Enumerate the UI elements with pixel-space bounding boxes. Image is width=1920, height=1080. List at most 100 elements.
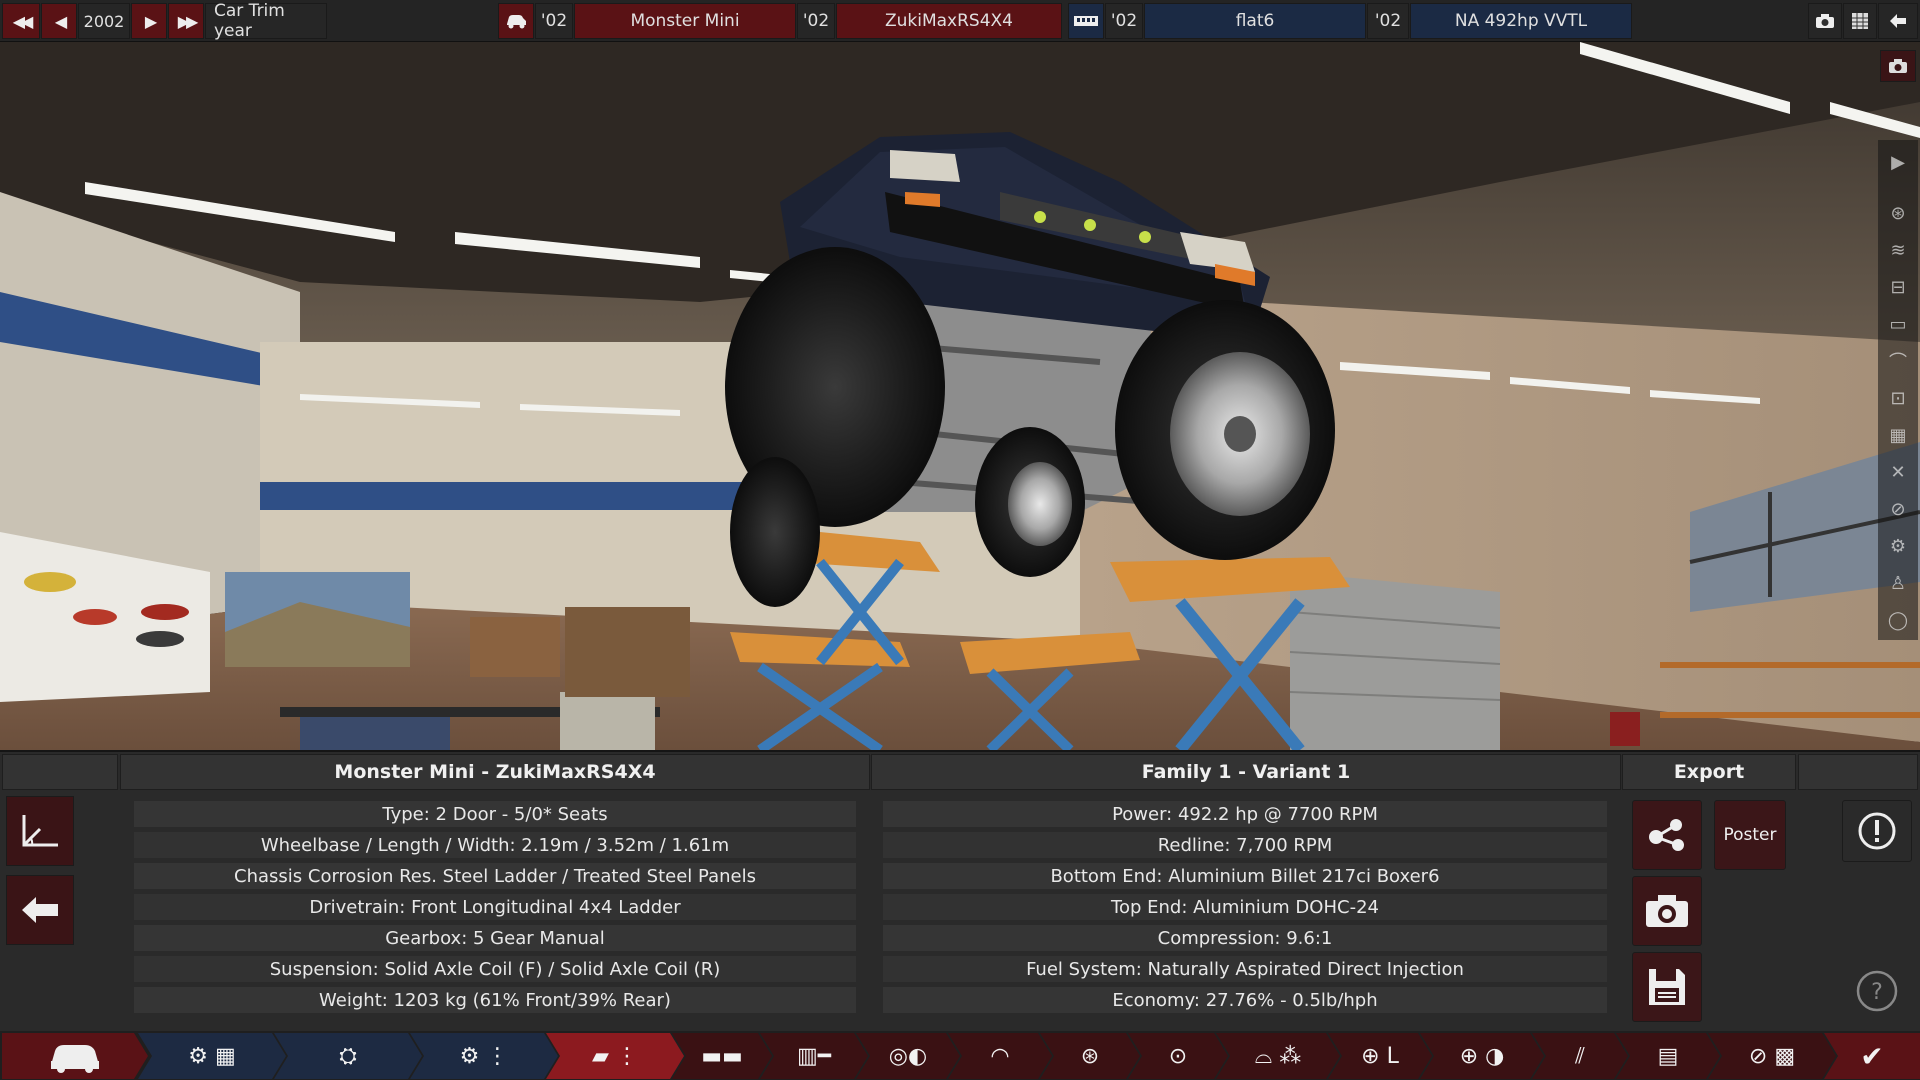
help-button[interactable]: ? (1842, 960, 1912, 1022)
engine-info-row: Top End: Aluminium DOHC-24 (882, 893, 1608, 921)
nav-wheels[interactable]: ⊛ (1040, 1033, 1140, 1079)
nav-fixtures[interactable]: ◎◐ (856, 1033, 960, 1079)
view-body-button[interactable]: ▭ (1880, 308, 1916, 340)
view-fender-button[interactable]: ⌒ (1880, 345, 1916, 377)
car-info-title: Monster Mini - ZukiMaxRS4X4 (120, 754, 870, 790)
camera-icon (1889, 59, 1907, 73)
back-button[interactable] (6, 875, 74, 945)
share-button[interactable] (1632, 800, 1702, 870)
nav-chassis[interactable]: ▥━ (760, 1033, 868, 1079)
nav-engine-tune[interactable]: ⚙ ⋮ (410, 1033, 558, 1079)
next-year-button[interactable]: ▶ (131, 3, 167, 39)
garage-3d-viewport[interactable] (0, 42, 1920, 750)
gauge-icon: ◠ (990, 1043, 1010, 1069)
view-brakes-button[interactable]: ⊘ (1880, 493, 1916, 525)
gear-icon: ⚙ (1889, 535, 1907, 557)
nav-interior[interactable]: ◠ (948, 1033, 1052, 1079)
engine-icon: ⊡ (1890, 387, 1906, 409)
spreadsheet-button[interactable] (1843, 3, 1877, 39)
car-info-row: Gearbox: 5 Gear Manual (133, 924, 857, 952)
right-arrow-icon: ▶ (144, 11, 157, 31)
engine-info-title: Family 1 - Variant 1 (871, 754, 1621, 790)
nav-performance[interactable]: ⊘ ▩ (1708, 1033, 1836, 1079)
rewind-year-button[interactable]: ◀◀ (2, 3, 40, 39)
nav-car-design[interactable]: ▰ ⋮ (546, 1033, 684, 1079)
view-driver-button[interactable]: ♙ (1880, 567, 1916, 599)
headlight-icon: ◎◐ (888, 1043, 928, 1069)
garage-scene-illustration (0, 42, 1920, 750)
back-arrow-icon (1890, 14, 1906, 28)
car-info-row: Suspension: Solid Axle Coil (F) / Solid … (133, 955, 857, 983)
nav-body-profile[interactable]: ▬▬ (672, 1033, 772, 1079)
photo-mode-button[interactable] (1880, 50, 1916, 82)
car-design-icon: ▰ ⋮ (592, 1043, 638, 1069)
poster-button[interactable]: Poster (1714, 800, 1786, 870)
camera-icon (1816, 14, 1834, 28)
engine-info-row: Bottom End: Aluminium Billet 217ci Boxer… (882, 862, 1608, 890)
view-engine-button[interactable]: ⊡ (1880, 382, 1916, 414)
fender-icon: ⌒ (1889, 352, 1907, 373)
engine-family-icon: ⚙ ▦ (188, 1043, 236, 1069)
nav-car-model[interactable] (2, 1033, 148, 1079)
engine-info-row: Power: 492.2 hp @ 7700 RPM (882, 800, 1608, 828)
view-suspension-button[interactable]: ✕ (1880, 456, 1916, 488)
export-screenshot-button[interactable] (1632, 876, 1702, 946)
prev-year-button[interactable]: ◀ (41, 3, 77, 39)
wheel-icon: ⊛ (1080, 1043, 1100, 1069)
car-info-row: Drivetrain: Front Longitudinal 4x4 Ladde… (133, 893, 857, 921)
nav-spreadsheet[interactable]: ▤ (1616, 1033, 1720, 1079)
trim-name-selector[interactable]: ZukiMaxRS4X4 (836, 3, 1062, 39)
nav-finish[interactable]: ✔ (1824, 1033, 1920, 1079)
nav-springs[interactable]: ⫽ (1532, 1033, 1628, 1079)
view-gearbox-button[interactable]: ⚙ (1880, 530, 1916, 562)
car-info-row: Chassis Corrosion Res. Steel Ladder / Tr… (133, 862, 857, 890)
body-icon: ▭ (1889, 313, 1907, 335)
engine-variant-selector[interactable]: NA 492hp VVTL (1410, 3, 1632, 39)
finish-flag-icon: ⊘ ▩ (1748, 1043, 1796, 1069)
trim-year-tag: '02 (797, 3, 835, 39)
nav-brake-test[interactable]: ⊕ ◑ (1420, 1033, 1544, 1079)
view-chassis-button[interactable]: ⊟ (1880, 271, 1916, 303)
view-wheels-button[interactable]: ⊛ (1880, 197, 1916, 229)
spreadsheet-icon (1852, 13, 1868, 29)
spring-icon: ⫽ (1575, 1043, 1585, 1069)
model-year-label: '02 (535, 3, 573, 39)
engine-info-row: Economy: 27.76% - 0.5lb/hph (882, 986, 1608, 1014)
nav-aero[interactable]: ⌓ ⁂ (1216, 1033, 1340, 1079)
car-model-button[interactable] (498, 3, 534, 39)
car-icon (47, 1039, 103, 1073)
checkmark-icon: ✔ (1860, 1039, 1884, 1073)
nav-steering[interactable]: ⊕ L (1328, 1033, 1432, 1079)
nav-engine-family[interactable]: ⚙ ▦ (138, 1033, 286, 1079)
export-title: Export (1622, 754, 1796, 790)
car-info-row: Type: 2 Door - 5/0* Seats (133, 800, 857, 828)
nav-engine[interactable]: ⛭ (274, 1033, 422, 1079)
model-name-selector[interactable]: Monster Mini (574, 3, 796, 39)
svg-text:?: ? (1871, 980, 1883, 1005)
screenshot-button[interactable] (1808, 3, 1842, 39)
exclamation-icon (1858, 812, 1896, 850)
view-springs-button[interactable]: ≋ (1880, 234, 1916, 266)
engine-family-selector[interactable]: flat6 (1144, 3, 1366, 39)
play-animation-button[interactable]: ▶ (1880, 146, 1916, 178)
brake-icon: ⊘ (1890, 498, 1906, 520)
family-year-label: '02 (1105, 3, 1143, 39)
wheel-icon: ⊛ (1890, 202, 1906, 224)
fast-forward-year-button[interactable]: ▶▶ (168, 3, 204, 39)
car-info-row: Wheelbase / Length / Width: 2.19m / 3.52… (133, 831, 857, 859)
engine-info-row: Compression: 9.6:1 (882, 924, 1608, 952)
view-ruler-button[interactable]: ▦ (1880, 419, 1916, 451)
camera-angle-button[interactable] (6, 796, 74, 866)
body-profile-icon: ▬▬ (701, 1043, 743, 1069)
engine-block-icon (1074, 16, 1098, 26)
nav-tires[interactable]: ⊙ (1128, 1033, 1228, 1079)
engine-tune-icon: ⚙ ⋮ (459, 1043, 509, 1069)
warning-button[interactable] (1842, 800, 1912, 862)
left-column-header (2, 754, 118, 790)
axis-angle-icon (22, 815, 58, 847)
left-arrow-icon: ◀ (54, 11, 67, 31)
engine-family-button[interactable] (1068, 3, 1104, 39)
save-button[interactable] (1632, 952, 1702, 1022)
view-toggle-button[interactable]: ◯ (1880, 604, 1916, 636)
exit-button[interactable] (1878, 3, 1918, 39)
